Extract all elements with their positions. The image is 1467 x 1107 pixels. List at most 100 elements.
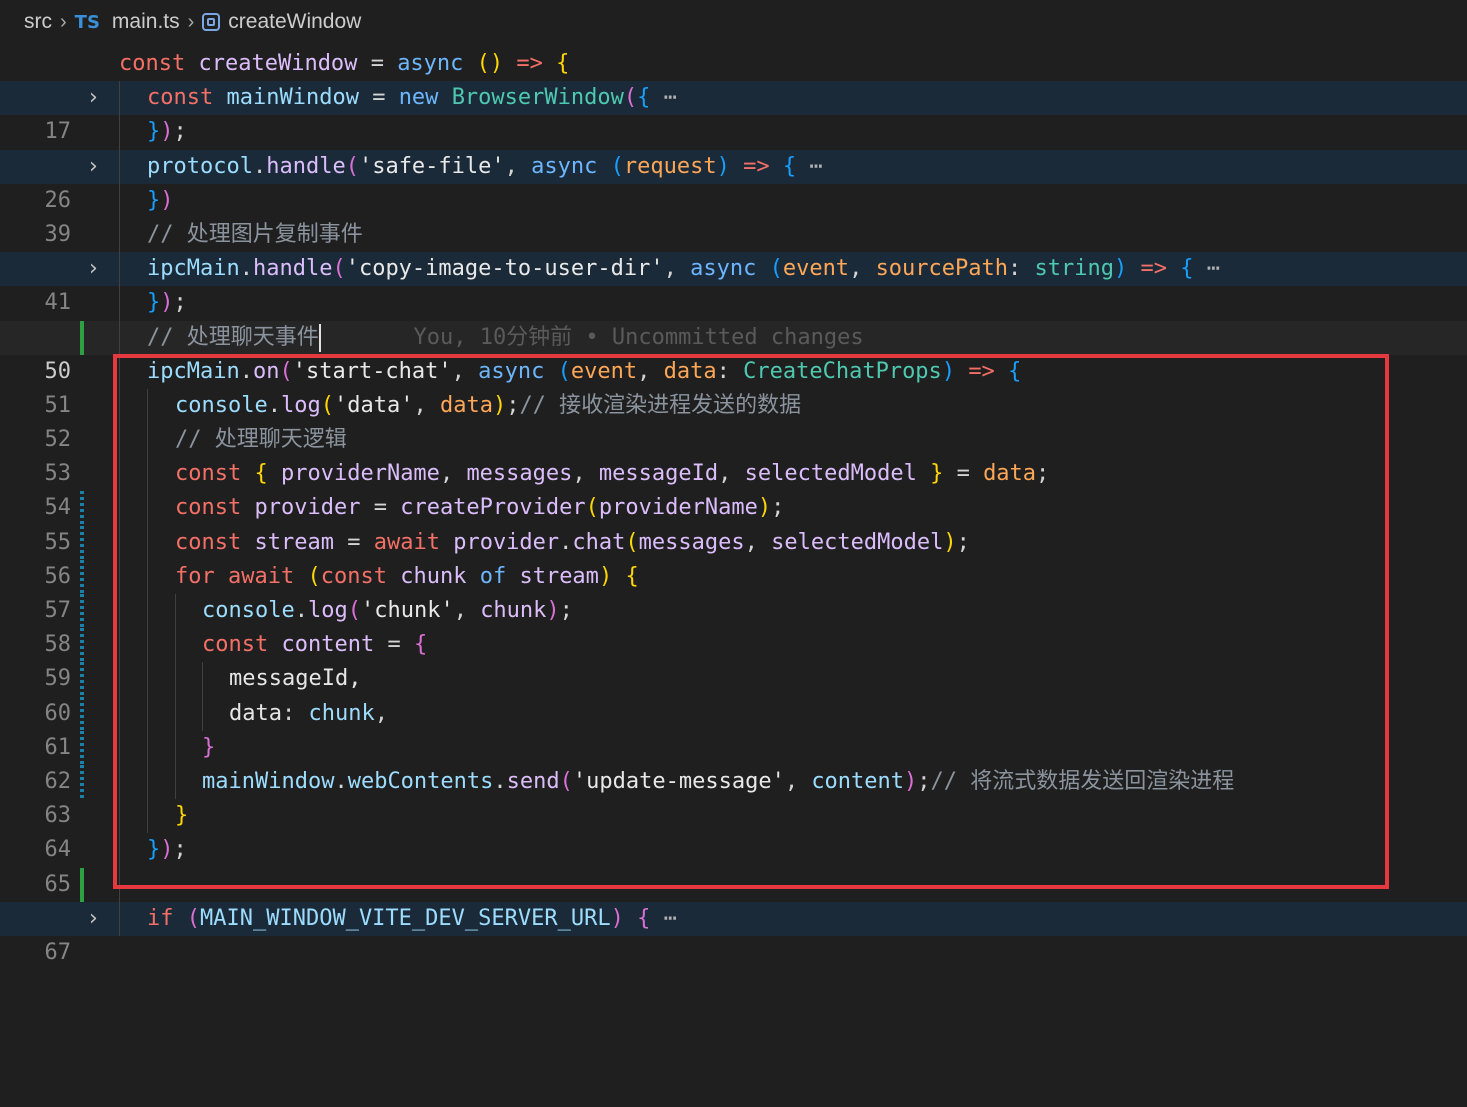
code-line-folded[interactable]: 17 › const mainWindow = new BrowserWindo… (0, 81, 1467, 144)
code-line[interactable]: 16 const createWindow = async () => { (0, 47, 1467, 110)
code-line[interactable]: 53 // 处理聊天逻辑 (0, 423, 1467, 486)
code-line[interactable]: 66 (0, 867, 1467, 931)
indent-guide (119, 594, 120, 629)
code-line[interactable]: 62 } (0, 730, 1467, 794)
code-text: const createWindow = async () => { (119, 51, 570, 76)
code-line-active[interactable]: 50 // 处理聊天事件 You, 10分钟前 • Uncommitted ch… (0, 320, 1467, 384)
code-line-folded[interactable]: 26 › protocol.handle('safe-file', async … (0, 149, 1467, 213)
indent-guide (147, 559, 148, 594)
code-text: }); (147, 119, 187, 145)
indent-guide (119, 867, 120, 902)
code-text: console.log('chunk', chunk); (202, 598, 573, 623)
indent-guide (147, 696, 148, 731)
fold-chevron-icon[interactable]: › (89, 252, 98, 286)
chevron-right-icon: › (187, 10, 195, 33)
indent-guide (119, 115, 120, 150)
code-line[interactable]: 61 data: chunk, (0, 696, 1467, 760)
modified-line-marker (80, 525, 84, 560)
indent-guide (119, 81, 120, 116)
indent-guide (175, 662, 176, 697)
code-line[interactable]: 55 const provider = createProvider(provi… (0, 491, 1467, 555)
indent-guide (147, 388, 148, 424)
indent-guide (147, 423, 148, 458)
code-text: }) (147, 187, 174, 213)
modified-line-marker (80, 628, 84, 663)
added-line-marker (80, 320, 84, 355)
indent-guide (119, 901, 120, 936)
code-text: console.log('data', data);// 接收渲染进程发送的数据 (175, 392, 802, 418)
indent-guide (147, 764, 148, 800)
code-text: const provider = createProvider(provider… (175, 495, 785, 521)
symbol-method-icon (202, 13, 221, 31)
indent-guide (119, 730, 120, 765)
modified-line-marker (80, 594, 84, 629)
code-text: const mainWindow = new BrowserWindow({ ⋯ (147, 85, 677, 111)
fold-chevron-icon[interactable]: › (89, 902, 98, 936)
fold-chevron-icon[interactable]: › (89, 81, 98, 115)
indent-guide (147, 799, 148, 834)
indent-guide (119, 183, 120, 218)
code-text: data: chunk, (229, 700, 388, 726)
indent-guide (147, 491, 148, 526)
modified-line-marker (80, 730, 84, 765)
indent-guide (119, 320, 120, 355)
indent-guide (119, 491, 120, 526)
code-line[interactable]: 39 }) (0, 183, 1467, 247)
indent-guide (147, 628, 148, 663)
breadcrumb-folder[interactable]: src (24, 10, 52, 34)
fold-chevron-icon[interactable]: › (89, 150, 98, 184)
code-text: }); (147, 837, 187, 863)
code-text: for await (const chunk of stream) { (175, 563, 639, 589)
code-text: messageId, (229, 666, 362, 692)
modified-line-marker (80, 662, 84, 697)
code-line[interactable]: 58 console.log('chunk', chunk); (0, 594, 1467, 657)
indent-guide (119, 628, 120, 663)
indent-guide (147, 525, 148, 560)
indent-guide (175, 696, 176, 731)
indent-guide (119, 696, 120, 731)
code-text: }); (147, 290, 187, 316)
code-text: const content = { (202, 632, 428, 658)
breadcrumb-symbol[interactable]: createWindow (228, 10, 361, 34)
code-text: ipcMain.on('start-chat', async (event, d… (147, 358, 1022, 384)
code-comment: // 处理聊天逻辑 (175, 427, 347, 453)
code-text: const stream = await provider.chat(messa… (175, 529, 970, 555)
code-line[interactable]: 25 }); (0, 115, 1467, 179)
modified-line-marker (80, 491, 84, 526)
code-line[interactable]: 63 mainWindow.webContents.send('update-m… (0, 764, 1467, 828)
code-line[interactable]: 57 for await (const chunk of stream) { (0, 559, 1467, 623)
code-text: protocol.handle('safe-file', async (requ… (147, 153, 823, 179)
typescript-file-icon: TS (74, 11, 100, 33)
chevron-right-icon: › (60, 10, 67, 33)
code-line[interactable]: 56 const stream = await provider.chat(me… (0, 525, 1467, 589)
indent-guide (119, 217, 120, 253)
code-line[interactable]: 65 }); (0, 833, 1467, 897)
code-line[interactable]: 54 const { providerName, messages, messa… (0, 457, 1467, 520)
code-line[interactable]: 49 }); (0, 286, 1467, 350)
indent-guide (175, 628, 176, 663)
code-line[interactable]: 40 // 处理图片复制事件 (0, 217, 1467, 281)
code-editor[interactable]: 16 const createWindow = async () => { 17… (0, 47, 1467, 965)
indent-guide (147, 457, 148, 492)
indent-guide (202, 696, 203, 731)
code-line[interactable]: 52 console.log('data', data);// 接收渲染进程发送… (0, 388, 1467, 452)
indent-guide (202, 662, 203, 697)
code-text: } (175, 803, 189, 829)
code-line-folded[interactable]: 41 › ipcMain.handle('copy-image-to-user-… (0, 252, 1467, 315)
indent-guide (175, 764, 176, 800)
code-line-folded[interactable]: 67 › if (MAIN_WINDOW_VITE_DEV_SERVER_URL… (0, 901, 1467, 965)
breadcrumb-file[interactable]: main.ts (112, 10, 180, 34)
code-comment: // 处理图片复制事件 (147, 221, 363, 247)
code-line[interactable]: 59 const content = { (0, 628, 1467, 691)
code-text: mainWindow.webContents.send('update-mess… (202, 768, 1235, 794)
modified-line-marker (80, 696, 84, 731)
modified-line-marker (80, 559, 84, 594)
indent-guide (175, 730, 176, 765)
indent-guide (147, 730, 148, 765)
indent-guide (119, 423, 120, 458)
indent-guide (119, 799, 120, 834)
indent-guide (119, 662, 120, 697)
code-line[interactable]: 51 ipcMain.on('start-chat', async (event… (0, 354, 1467, 418)
code-line[interactable]: 60 messageId, (0, 662, 1467, 726)
code-line[interactable]: 64 } (0, 799, 1467, 862)
